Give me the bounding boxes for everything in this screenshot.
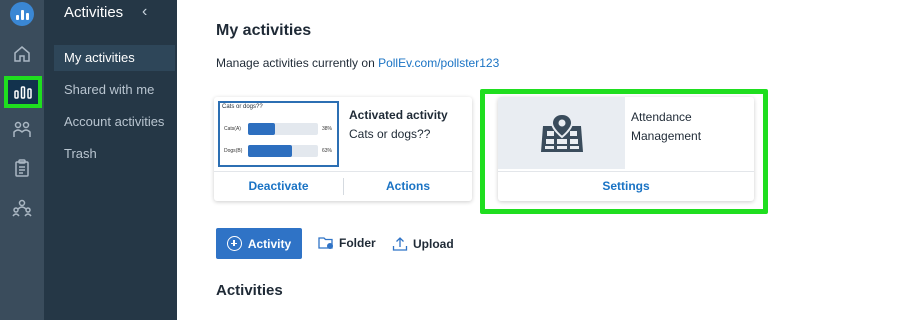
activity-thumbnail[interactable]: Cats or dogs?? Cats(A) 38% Dogs(B) 63% — [218, 101, 339, 167]
thumbnail-option-row: Dogs(B) 63% — [224, 145, 336, 157]
groups-icon[interactable] — [0, 190, 44, 226]
option-name: Dogs — [224, 148, 236, 154]
sidebar-item-shared-with-me[interactable]: Shared with me — [54, 77, 175, 103]
thumbnail-option-percent: 63% — [322, 148, 333, 154]
upload-icon — [392, 237, 408, 251]
thumbnail-bar-fill — [248, 123, 275, 135]
sidebar-item-my-activities[interactable]: My activities — [54, 45, 175, 71]
activities-icon[interactable] — [4, 76, 42, 108]
thumbnail-bar-track — [248, 145, 318, 157]
upload-button[interactable]: Upload — [392, 236, 454, 252]
activated-activity-card[interactable]: Cats or dogs?? Cats(A) 38% Dogs(B) 63% A… — [214, 97, 472, 201]
new-folder-button[interactable]: Folder — [318, 236, 376, 250]
activity-name[interactable]: Cats or dogs?? — [349, 127, 430, 141]
thumbnail-option-row: Cats(A) 38% — [224, 123, 336, 135]
add-activity-label: Activity — [247, 236, 292, 251]
activities-section-title: Activities — [216, 282, 283, 299]
sidebar-item-trash[interactable]: Trash — [54, 141, 175, 167]
logo-icon[interactable] — [10, 2, 34, 26]
option-name: Cats — [224, 126, 235, 132]
thumbnail-option-label: Dogs(B) — [224, 148, 242, 154]
attendance-card-highlight — [480, 89, 768, 214]
plus-circle-icon — [226, 236, 242, 251]
pollev-link[interactable]: PollEv.com/pollster123 — [378, 56, 499, 70]
sidebar-title: Activities — [64, 4, 124, 21]
upload-label: Upload — [413, 237, 454, 251]
manage-text: Manage activities currently on PollEv.co… — [216, 56, 499, 70]
chevron-left-icon[interactable]: ‹ — [142, 3, 147, 21]
thumbnail-option-percent: 38% — [322, 126, 333, 132]
participants-icon[interactable] — [0, 112, 44, 148]
deactivate-button[interactable]: Deactivate — [214, 172, 343, 201]
page-title: My activities — [216, 22, 312, 39]
add-activity-button[interactable]: Activity — [216, 228, 302, 259]
home-icon[interactable] — [0, 36, 44, 72]
actions-button[interactable]: Actions — [344, 172, 472, 201]
icon-rail — [0, 0, 44, 320]
option-key: (A) — [234, 126, 241, 132]
manage-label: Manage activities currently on — [216, 56, 379, 70]
thumbnail-question: Cats or dogs?? — [222, 104, 263, 110]
thumbnail-bar-track — [248, 123, 318, 135]
activities-sidebar: Activities ‹ My activities Shared with m… — [44, 0, 177, 320]
folder-label: Folder — [339, 236, 376, 250]
option-key: (B) — [235, 148, 243, 154]
folder-icon — [318, 237, 333, 249]
thumbnail-bar-fill — [248, 145, 293, 157]
reports-icon[interactable] — [0, 150, 44, 186]
activity-status: Activated activity — [349, 108, 448, 122]
thumbnail-option-label: Cats(A) — [224, 126, 241, 132]
sidebar-item-account-activities[interactable]: Account activities — [54, 109, 175, 135]
